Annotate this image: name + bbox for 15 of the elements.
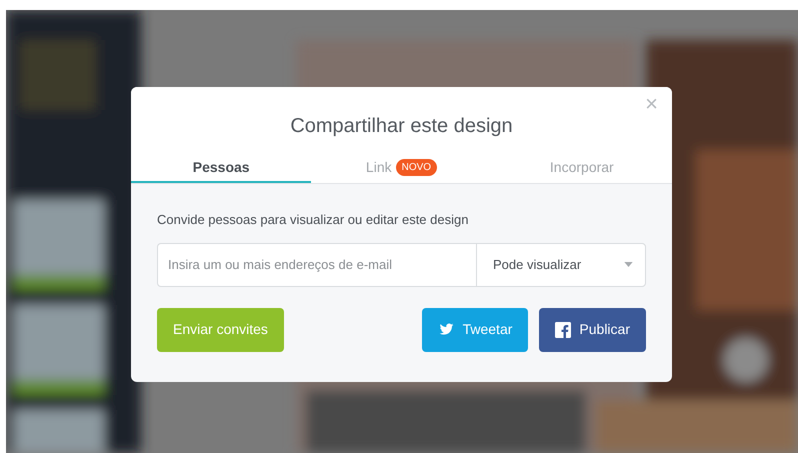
email-field[interactable]: Insira um ou mais endereços de e-mail	[157, 242, 476, 286]
caret-icon	[624, 262, 633, 267]
send-button[interactable]: Enviar convites	[157, 308, 284, 352]
permission-dropdown[interactable]: Pode visualizar	[476, 242, 646, 286]
new-badge: NOVO	[396, 158, 438, 176]
tab[interactable]: Pessoas	[131, 153, 312, 183]
invite-text: Convide pessoas para visualizar ou editar este design	[157, 211, 470, 229]
dialog-title: Compartilhar este design	[290, 114, 513, 139]
share-button[interactable]: Tweetar	[422, 308, 528, 352]
bird-icon	[438, 322, 455, 337]
tab[interactable]: Link NOVO	[311, 153, 492, 183]
tab[interactable]: Incorporar	[492, 153, 672, 183]
share-button[interactable]: Publicar	[539, 308, 646, 352]
close-button[interactable]: ×	[645, 93, 658, 115]
facebook-icon	[555, 322, 572, 338]
